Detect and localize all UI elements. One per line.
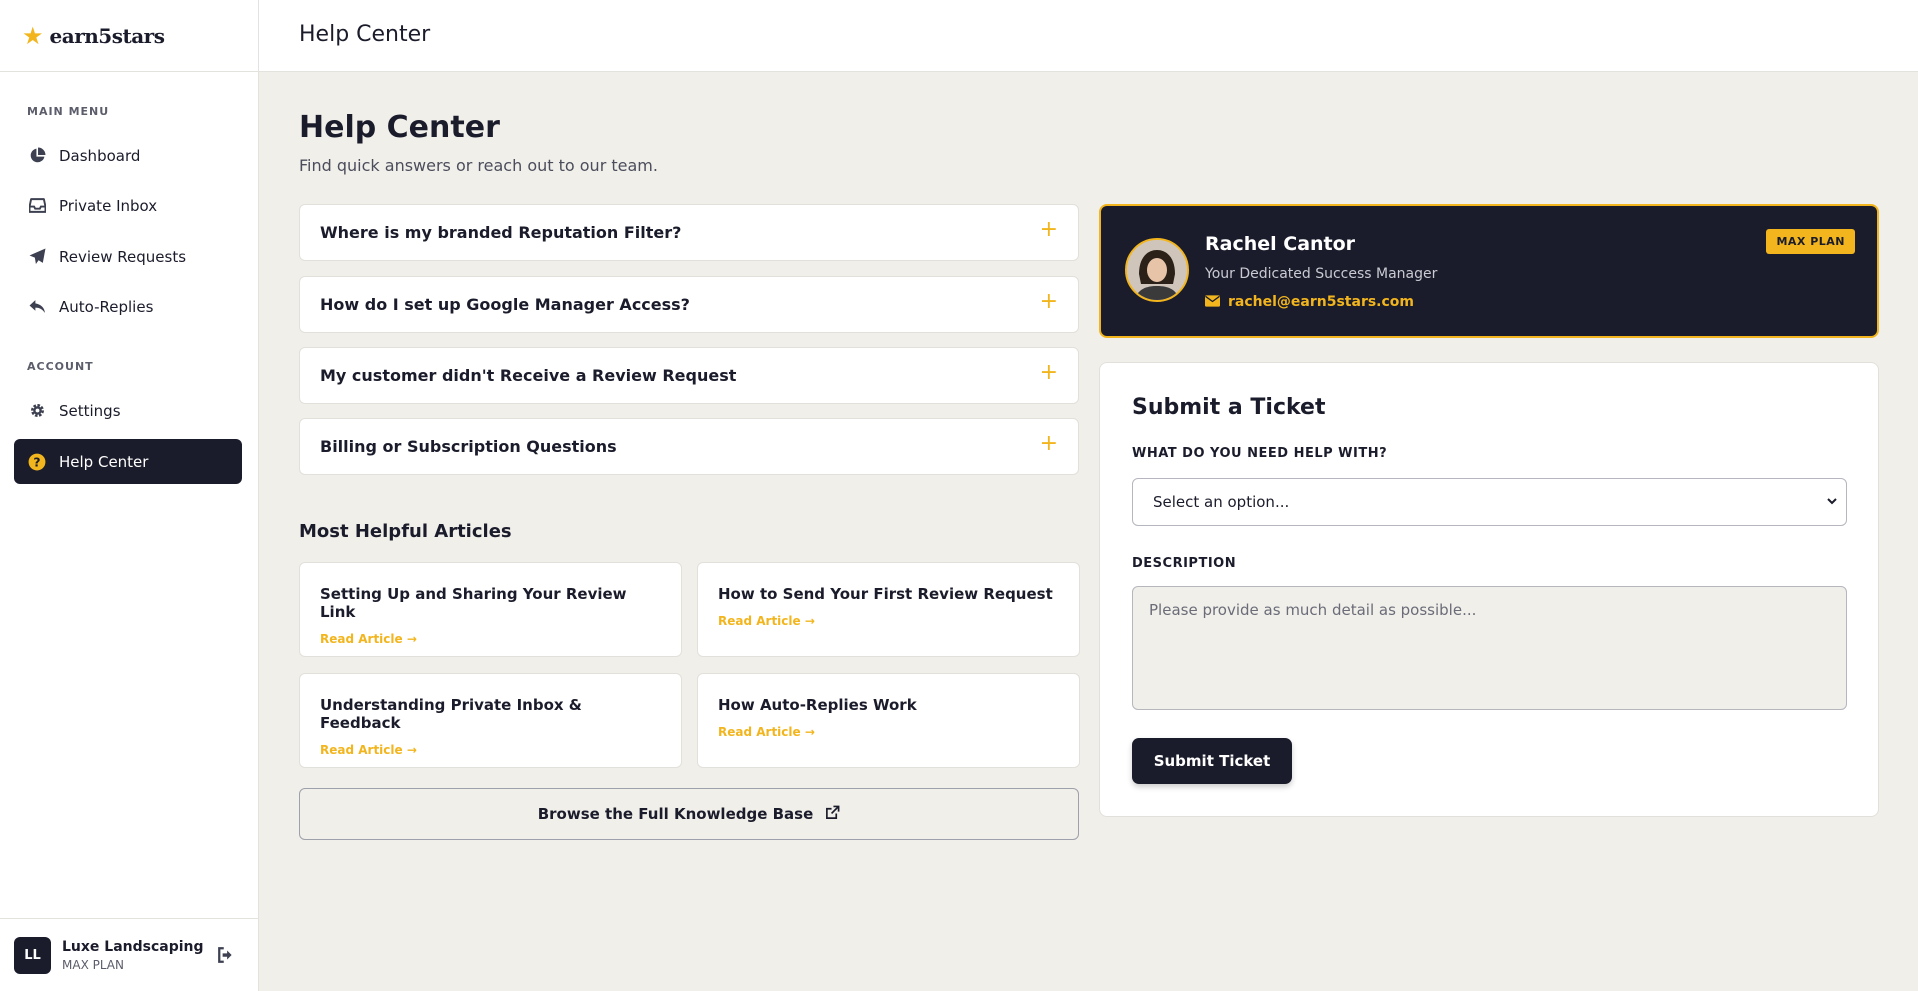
page-subtitle: Find quick answers or reach out to our t…: [299, 156, 658, 175]
faq-item[interactable]: My customer didn't Receive a Review Requ…: [299, 347, 1079, 404]
sidebar-item-review-requests[interactable]: Review Requests: [14, 234, 242, 279]
article-card[interactable]: Setting Up and Sharing Your Review Link …: [299, 562, 682, 657]
sidebar-item-label: Settings: [59, 401, 121, 420]
sidebar-item-label: Review Requests: [59, 247, 187, 266]
manager-avatar: [1125, 238, 1189, 302]
sidebar-item-label: Help Center: [59, 452, 149, 471]
brand-name: earn5stars: [49, 23, 165, 48]
page-title: Help Center: [299, 110, 500, 145]
read-article-link[interactable]: Read Article →: [320, 743, 661, 757]
manager-role: Your Dedicated Success Manager: [1205, 266, 1438, 282]
submit-ticket-label: Submit Ticket: [1153, 752, 1271, 770]
description-field[interactable]: Please provide as much detail as possibl…: [1132, 586, 1847, 710]
article-card[interactable]: Understanding Private Inbox & Feedback R…: [299, 673, 682, 768]
logout-icon[interactable]: [217, 946, 237, 966]
chevron-down-icon: [1826, 493, 1838, 511]
article-title: Setting Up and Sharing Your Review Link: [320, 585, 627, 621]
manager-email[interactable]: rachel@earn5stars.com: [1228, 294, 1414, 310]
submit-ticket-button[interactable]: Submit Ticket: [1132, 738, 1292, 784]
article-card[interactable]: How Auto-Replies Work Read Article →: [697, 673, 1080, 768]
sidebar-item-help-center[interactable]: ? Help Center: [14, 439, 242, 484]
faq-item[interactable]: Billing or Subscription Questions +: [299, 418, 1079, 475]
plus-icon: +: [1039, 217, 1058, 242]
external-link-icon: [825, 805, 840, 824]
sidebar-item-label: Private Inbox: [59, 196, 158, 215]
gear-icon: [28, 402, 46, 420]
description-label: DESCRIPTION: [1132, 556, 1237, 571]
read-article-link[interactable]: Read Article →: [320, 632, 661, 646]
sidebar-item-private-inbox[interactable]: Private Inbox: [14, 183, 242, 228]
manager-name: Rachel Cantor: [1205, 233, 1356, 255]
article-card[interactable]: How to Send Your First Review Request Re…: [697, 562, 1080, 657]
topbar-title: Help Center: [299, 22, 431, 47]
plus-icon: +: [1039, 431, 1058, 456]
question-circle-icon: ?: [28, 453, 46, 471]
pie-chart-icon: [28, 147, 46, 165]
success-manager-card: Rachel Cantor Your Dedicated Success Man…: [1099, 204, 1879, 338]
sidebar-item-label: Dashboard: [59, 146, 141, 165]
svg-text:?: ?: [33, 455, 40, 469]
plus-icon: +: [1039, 289, 1058, 314]
kb-button-label: Browse the Full Knowledge Base: [537, 805, 814, 823]
ticket-title: Submit a Ticket: [1132, 395, 1326, 420]
main-menu-label: MAIN MENU: [27, 105, 110, 118]
faq-question: Where is my branded Reputation Filter?: [320, 223, 682, 242]
star-icon: ★: [22, 21, 44, 50]
sidebar-item-auto-replies[interactable]: Auto-Replies: [14, 284, 242, 329]
read-article-link[interactable]: Read Article →: [718, 614, 1059, 628]
read-article-link[interactable]: Read Article →: [718, 725, 1059, 739]
reply-icon: [28, 298, 46, 316]
faq-question: Billing or Subscription Questions: [320, 437, 617, 456]
account-label: ACCOUNT: [27, 360, 94, 373]
topbar: Help Center: [259, 0, 1918, 72]
sidebar-item-settings[interactable]: Settings: [14, 388, 242, 433]
article-title: How to Send Your First Review Request: [718, 585, 1053, 603]
browse-knowledge-base-button[interactable]: Browse the Full Knowledge Base: [299, 788, 1079, 840]
envelope-icon: [1205, 292, 1220, 311]
account-plan: MAX PLAN: [62, 957, 124, 972]
faq-item[interactable]: How do I set up Google Manager Access? +: [299, 276, 1079, 333]
account-name: Luxe Landscaping: [62, 938, 204, 955]
article-title: How Auto-Replies Work: [718, 696, 917, 714]
topic-select[interactable]: Select an option...: [1132, 478, 1847, 526]
brand-logo[interactable]: ★ earn5stars: [0, 0, 258, 72]
inbox-icon: [28, 197, 46, 215]
faq-question: How do I set up Google Manager Access?: [320, 295, 690, 314]
account-footer: LL Luxe Landscaping MAX PLAN: [0, 918, 259, 991]
sidebar: ★ earn5stars MAIN MENU Dashboard Private…: [0, 0, 259, 991]
submit-ticket-panel: Submit a Ticket WHAT DO YOU NEED HELP WI…: [1099, 362, 1879, 817]
articles-heading: Most Helpful Articles: [299, 521, 512, 542]
faq-question: My customer didn't Receive a Review Requ…: [320, 366, 737, 385]
sidebar-item-dashboard[interactable]: Dashboard: [14, 133, 242, 178]
plan-badge: MAX PLAN: [1766, 229, 1855, 254]
topic-select-value: Select an option...: [1153, 493, 1290, 511]
avatar[interactable]: LL: [14, 936, 51, 974]
sidebar-item-label: Auto-Replies: [59, 297, 154, 316]
paper-plane-icon: [28, 248, 46, 266]
plus-icon: +: [1039, 360, 1058, 385]
faq-item[interactable]: Where is my branded Reputation Filter? +: [299, 204, 1079, 261]
topic-label: WHAT DO YOU NEED HELP WITH?: [1132, 446, 1388, 461]
article-title: Understanding Private Inbox & Feedback: [320, 696, 582, 732]
manager-email-row[interactable]: rachel@earn5stars.com: [1205, 292, 1414, 311]
description-placeholder: Please provide as much detail as possibl…: [1149, 601, 1477, 619]
